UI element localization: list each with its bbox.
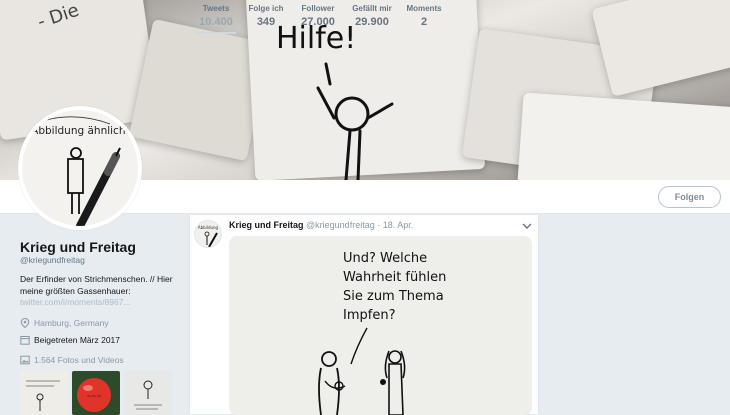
tweet-avatar[interactable]: Abbildung [194, 220, 222, 248]
profile-bio: Der Erfinder von Strichmenschen. // Hier… [20, 274, 173, 296]
media-thumbnail[interactable]: ~~~ [72, 371, 120, 415]
profile-media-link[interactable]: 1.564 Fotos und Videos [20, 355, 124, 365]
profile-location: Hamburg, Germany [20, 318, 109, 328]
chevron-down-icon[interactable] [522, 222, 532, 230]
profile-media-text: 1.564 Fotos und Videos [34, 355, 124, 365]
tab-following-value: 349 [256, 16, 276, 28]
profile-link[interactable]: twitter.com/i/moments/8967... [20, 297, 131, 307]
profile-handle: @kriegundfreitag [20, 255, 85, 265]
follow-button[interactable]: Folgen [658, 186, 721, 208]
svg-text:Abbildung: Abbildung [198, 225, 219, 230]
thumbnail-drawing [134, 380, 162, 410]
comic-line-4: Impfen? [343, 308, 395, 323]
tweet-image[interactable]: Und? Welche Wahrheit fühlen Sie zum Them… [229, 236, 532, 415]
tab-moments-label: Moments [406, 4, 442, 13]
comic-line-3: Sie zum Thema [343, 289, 444, 304]
profile-location-text: Hamburg, Germany [34, 318, 109, 328]
tab-followers[interactable]: Follower 27.000 [298, 4, 338, 28]
tab-followers-value: 27.000 [301, 16, 335, 28]
thumbnail-drawing [26, 380, 60, 411]
thumbnail-balloon: ~~~ [77, 378, 111, 412]
tab-likes-label: Gefällt mir [352, 4, 392, 13]
tweet-comic: Und? Welche Wahrheit fühlen Sie zum Them… [318, 251, 446, 415]
avatar-drawing: Abbildung ähnlich. [31, 116, 129, 226]
tab-tweets-value: 10.400 [199, 16, 233, 28]
tweet-author-name: Krieg und Freitag [229, 220, 304, 230]
location-pin-icon [20, 318, 30, 328]
tab-likes-value: 29.900 [355, 16, 389, 28]
calendar-icon [20, 336, 30, 345]
banner-die-text: - Die [35, 0, 82, 33]
profile-joined-text: Beigetreten März 2017 [34, 335, 120, 345]
comic-line-1: Und? Welche [343, 251, 427, 266]
tab-following[interactable]: Folge ich 349 [246, 4, 286, 28]
tab-moments-value: 2 [420, 16, 428, 28]
tab-tweets[interactable]: Tweets 10.400 [196, 4, 236, 34]
tab-tweets-label: Tweets [202, 4, 230, 13]
profile-name: Krieg und Freitag [20, 239, 136, 255]
tab-moments[interactable]: Moments 2 [404, 4, 444, 28]
svg-text:~~~: ~~~ [86, 393, 101, 400]
tweet-avatar-drawing: Abbildung [198, 225, 219, 247]
tab-likes[interactable]: Gefällt mir 29.900 [350, 4, 394, 28]
tab-following-label: Folge ich [248, 4, 284, 13]
media-thumbnail[interactable] [124, 371, 172, 415]
profile-avatar[interactable]: Abbildung ähnlich. [18, 106, 142, 230]
tweet-author[interactable]: Krieg und Freitag @kriegundfreitag · 18.… [229, 220, 413, 230]
avatar-caption: Abbildung ähnlich. [31, 125, 129, 137]
profile-joined: Beigetreten März 2017 [20, 335, 120, 345]
tab-followers-label: Follower [301, 4, 335, 13]
tweet-date[interactable]: · 18. Apr. [377, 220, 413, 230]
tweet-author-handle: @kriegundfreitag [306, 220, 375, 230]
photo-icon [20, 355, 30, 365]
comic-line-2: Wahrheit fühlen [343, 270, 446, 285]
media-thumbnail[interactable] [20, 371, 68, 415]
